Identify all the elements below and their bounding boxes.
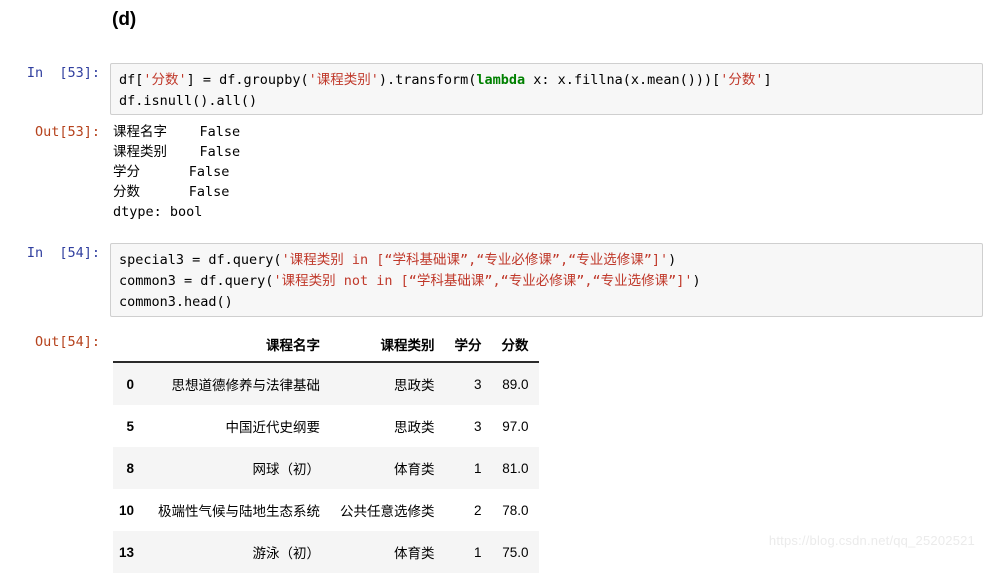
cell-credit: 3 bbox=[474, 418, 482, 434]
code-token-text: ) bbox=[668, 252, 677, 268]
cell-course-category: 体育类 bbox=[394, 546, 435, 561]
dataframe-column-header: 学分 bbox=[444, 330, 492, 363]
code-token-text: df[ bbox=[119, 72, 144, 88]
cell-credit: 2 bbox=[474, 502, 482, 518]
code-token-string: '课程类别 not in [“学科基础课”,“专业必修课”,“专业选修课”]' bbox=[273, 273, 693, 289]
row-index: 0 bbox=[126, 376, 135, 392]
code-editor-54[interactable]: special3 = df.query('课程类别 in [“学科基础课”,“专… bbox=[110, 243, 983, 317]
code-token-text: ).transform( bbox=[378, 72, 477, 88]
cell-credit: 1 bbox=[474, 544, 482, 560]
dataframe-column-header: 分数 bbox=[491, 330, 539, 363]
cell-course-category: 思政类 bbox=[394, 420, 435, 435]
code-token-string: '分数' bbox=[143, 72, 187, 88]
dataframe-header-row: 课程名字 课程类别 学分 分数 bbox=[113, 330, 539, 363]
row-index: 13 bbox=[119, 544, 135, 560]
dataframe-column-header: 课程名字 bbox=[148, 330, 331, 363]
code-token-text: ] = df.groupby( bbox=[186, 72, 309, 88]
series-text-output: 课程名字 False 课程类别 False 学分 False 分数 False … bbox=[113, 124, 241, 220]
code-token-string: '分数' bbox=[720, 72, 764, 88]
dataframe-index-header bbox=[113, 330, 149, 363]
watermark: https://blog.csdn.net/qq_25202521 bbox=[768, 533, 975, 548]
table-row: 13 游泳（初） 体育类 1 75.0 bbox=[113, 531, 539, 573]
dataframe-column-header: 课程类别 bbox=[330, 330, 445, 363]
cell-course-name: 极端性气候与陆地生态系统 bbox=[158, 504, 321, 519]
code-token-text: x: x.fillna(x.mean()))[ bbox=[525, 72, 721, 88]
cell-score: 97.0 bbox=[502, 418, 529, 434]
cell-course-category: 思政类 bbox=[394, 378, 435, 393]
code-token-text: ) bbox=[692, 273, 701, 289]
cell-course-category: 公共任意选修类 bbox=[340, 504, 435, 519]
code-line-54-3: common3.head() bbox=[119, 294, 233, 310]
dataframe-body: 0 思想道德修养与法律基础 思政类 3 89.0 5 中国近代史纲要 思政类 3… bbox=[113, 362, 539, 573]
code-token-string: '课程类别 in [“学科基础课”,“专业必修课”,“专业选修课”]' bbox=[281, 252, 669, 268]
dataframe-output: 课程名字 课程类别 学分 分数 0 思想道德修养与法律基础 思政类 3 89.0… bbox=[113, 330, 539, 573]
cell-credit: 1 bbox=[474, 460, 482, 476]
table-row: 8 网球（初） 体育类 1 81.0 bbox=[113, 447, 539, 489]
cell-course-name: 中国近代史纲要 bbox=[225, 420, 321, 435]
dataframe-head: 课程名字 课程类别 学分 分数 bbox=[113, 330, 539, 363]
code-line-53-2: df.isnull().all() bbox=[119, 93, 258, 109]
cell-course-category: 体育类 bbox=[394, 462, 435, 477]
dataframe-table: 课程名字 课程类别 学分 分数 0 思想道德修养与法律基础 思政类 3 89.0… bbox=[113, 330, 539, 573]
cell-score: 78.0 bbox=[502, 502, 529, 518]
code-token-keyword: lambda bbox=[476, 72, 526, 88]
cell-course-name: 网球（初） bbox=[252, 462, 321, 477]
cell-score: 75.0 bbox=[502, 544, 529, 560]
code-token-text: special3 = df.query( bbox=[119, 252, 282, 268]
table-row: 0 思想道德修养与法律基础 思政类 3 89.0 bbox=[113, 362, 539, 405]
code-line-54-1: special3 = df.query('课程类别 in [“学科基础课”,“专… bbox=[119, 250, 974, 271]
code-token-text: common3 = df.query( bbox=[119, 273, 274, 289]
output-prompt-54: Out[54]: bbox=[34, 334, 100, 350]
code-line-53-1: df['分数'] = df.groupby('课程类别').transform(… bbox=[119, 70, 974, 91]
code-editor-53[interactable]: df['分数'] = df.groupby('课程类别').transform(… bbox=[110, 63, 983, 115]
input-prompt-53[interactable]: In [53]: bbox=[0, 63, 100, 83]
row-index: 10 bbox=[119, 502, 135, 518]
cell-score: 81.0 bbox=[502, 460, 529, 476]
cell-course-name: 思想道德修养与法律基础 bbox=[171, 378, 321, 393]
row-index: 8 bbox=[126, 460, 135, 476]
code-token-string: '课程类别' bbox=[308, 72, 379, 88]
output-prompt-53: Out[53]: bbox=[34, 124, 100, 140]
input-prompt-54[interactable]: In [54]: bbox=[0, 243, 100, 263]
figure-label: (d) bbox=[112, 9, 137, 30]
cell-score: 89.0 bbox=[502, 376, 529, 392]
cell-credit: 3 bbox=[474, 376, 482, 392]
table-row: 5 中国近代史纲要 思政类 3 97.0 bbox=[113, 405, 539, 447]
code-token-text: ] bbox=[763, 72, 772, 88]
table-row: 10 极端性气候与陆地生态系统 公共任意选修类 2 78.0 bbox=[113, 489, 539, 531]
row-index: 5 bbox=[126, 418, 135, 434]
code-line-54-2: common3 = df.query('课程类别 not in [“学科基础课”… bbox=[119, 271, 974, 292]
cell-course-name: 游泳（初） bbox=[252, 546, 321, 561]
